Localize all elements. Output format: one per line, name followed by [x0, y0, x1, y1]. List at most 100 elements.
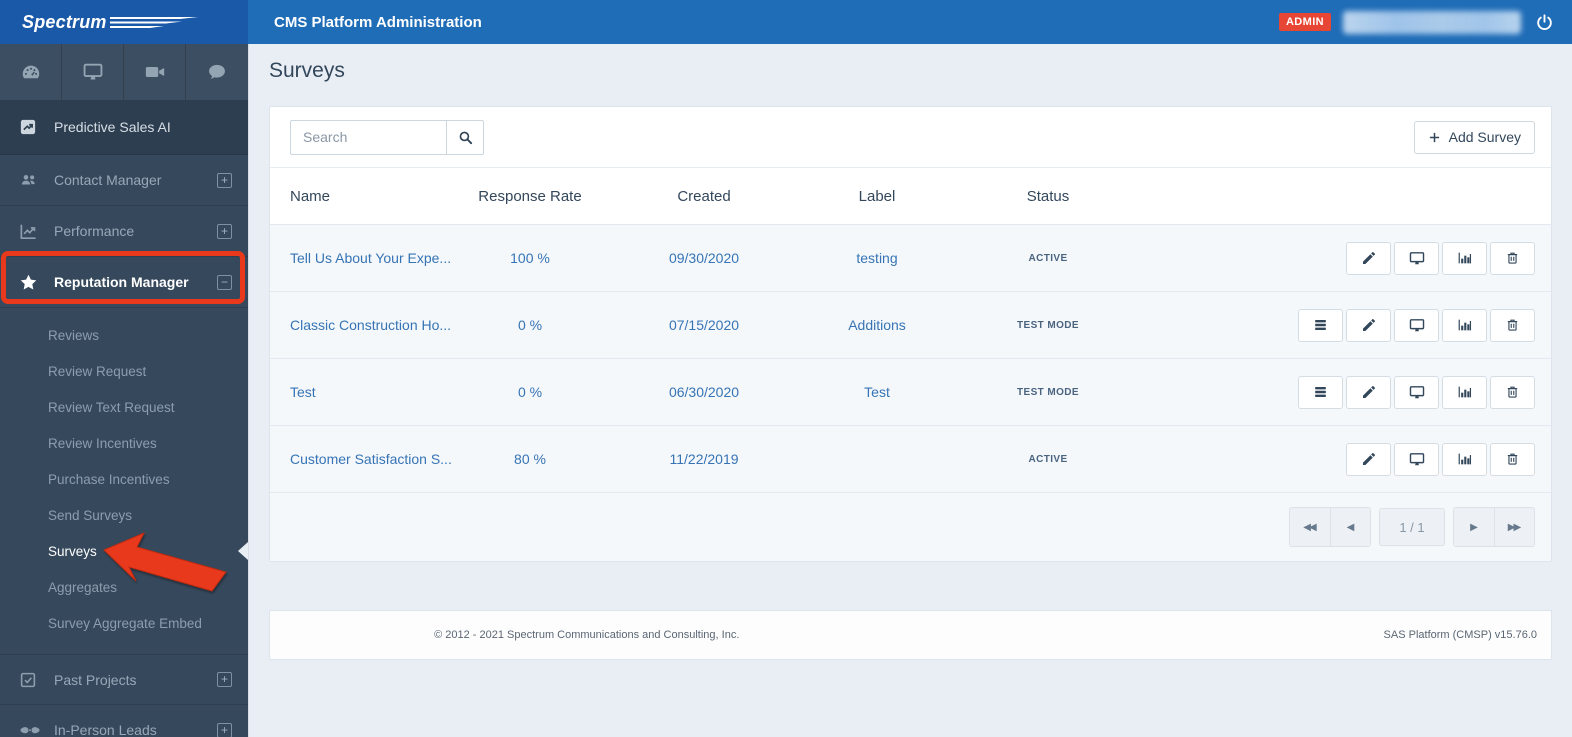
edit-icon	[1361, 317, 1377, 333]
edit-button[interactable]	[1346, 308, 1391, 342]
main-content: Surveys Add Survey	[248, 44, 1572, 737]
list-button[interactable]	[1298, 375, 1343, 409]
sidebar-item-label: Reputation Manager	[54, 274, 189, 290]
admin-role-badge: ADMIN	[1278, 13, 1331, 31]
brand-logo[interactable]: Spectrum	[0, 0, 248, 44]
delete-button[interactable]	[1490, 308, 1535, 342]
pagination-prev-button[interactable]: ◀	[1330, 508, 1370, 546]
page-title: Surveys	[269, 59, 345, 82]
expand-plus-icon[interactable]: +	[217, 223, 232, 239]
preview-icon	[1408, 384, 1426, 401]
results-button[interactable]	[1442, 442, 1487, 476]
submenu-item-purchase-incentives[interactable]: Purchase Incentives	[0, 461, 248, 497]
search-button[interactable]	[446, 119, 484, 155]
pagination-last-button[interactable]: ▶▶	[1494, 508, 1534, 546]
survey-name-link[interactable]: Customer Satisfaction S...	[270, 451, 460, 467]
preview-icon	[1408, 250, 1426, 267]
app-title: CMS Platform Administration	[274, 13, 482, 31]
handshake-icon	[19, 722, 41, 737]
edit-button[interactable]	[1346, 442, 1391, 476]
page-indicator: 1 / 1	[1379, 508, 1445, 546]
sidebar-strip-dashboard-button[interactable]	[0, 44, 62, 100]
sidebar-nav-bottom: Past Projects + In-Person Leads +	[0, 654, 248, 737]
list-button[interactable]	[1298, 308, 1343, 342]
sidebar-strip-video-camera-button[interactable]	[124, 44, 186, 100]
sidebar-item-in-person-leads[interactable]: In-Person Leads +	[0, 705, 248, 737]
row-actions	[1150, 241, 1551, 275]
column-header-response-rate: Response Rate	[478, 187, 582, 205]
header-right: ADMIN	[1278, 10, 1572, 34]
status-badge: TEST MODE	[1017, 386, 1079, 398]
fast-backward-icon: ◀◀	[1303, 521, 1316, 533]
table-toolbar: Add Survey	[270, 107, 1551, 167]
survey-name-link[interactable]: Test	[270, 384, 460, 400]
created-date-value: 09/30/2020	[668, 250, 740, 266]
fast-forward-icon: ▶▶	[1507, 521, 1521, 533]
column-header-status: Status	[1026, 187, 1070, 205]
submenu-item-send-surveys[interactable]: Send Surveys	[0, 497, 248, 533]
results-button[interactable]	[1442, 241, 1487, 275]
sidebar: Predictive Sales AI Contact Manager + Perfo…	[0, 44, 248, 737]
sidebar-item-reputation-manager[interactable]: Reputation Manager −	[0, 257, 248, 308]
preview-button[interactable]	[1394, 375, 1439, 409]
edit-button[interactable]	[1346, 241, 1391, 275]
preview-button[interactable]	[1394, 308, 1439, 342]
plus-icon	[1429, 132, 1439, 142]
preview-button[interactable]	[1394, 442, 1439, 476]
submenu-item-reviews[interactable]: Reviews	[0, 317, 248, 353]
sidebar-item-contact-manager[interactable]: Contact Manager +	[0, 155, 248, 206]
sidebar-strip-chat-button[interactable]	[186, 44, 248, 100]
sidebar-item-predictive-sales-ai[interactable]: Predictive Sales AI	[0, 100, 248, 155]
add-survey-button[interactable]: Add Survey	[1413, 120, 1535, 154]
pagination-next-button[interactable]: ▶	[1454, 508, 1494, 546]
column-header-created: Created	[677, 187, 731, 205]
brand-text: Spectrum	[22, 11, 107, 32]
search-input[interactable]	[290, 119, 446, 155]
expand-plus-icon[interactable]: +	[217, 672, 232, 687]
submenu-item-surveys[interactable]: Surveys	[0, 533, 248, 569]
submenu-item-review-incentives[interactable]: Review Incentives	[0, 425, 248, 461]
pagination-first-button[interactable]: ◀◀	[1290, 508, 1330, 546]
logout-power-button[interactable]	[1533, 11, 1556, 34]
predictive-sales-icon	[19, 118, 37, 136]
sidebar-item-label: Predictive Sales AI	[54, 119, 171, 135]
results-icon	[1456, 384, 1473, 400]
edit-button[interactable]	[1346, 375, 1391, 409]
video-camera-icon	[144, 61, 166, 83]
forward-icon: ▶	[1470, 521, 1478, 533]
collapse-minus-icon[interactable]: −	[217, 274, 232, 290]
sidebar-item-performance[interactable]: Performance +	[0, 206, 248, 257]
expand-plus-icon[interactable]: +	[217, 722, 232, 737]
sidebar-item-label: Past Projects	[54, 671, 137, 688]
backward-icon: ◀	[1346, 521, 1355, 533]
sidebar-icon-strip	[0, 44, 248, 100]
preview-button[interactable]	[1394, 241, 1439, 275]
sidebar-strip-desktop-button[interactable]	[62, 44, 124, 100]
expand-plus-icon[interactable]: +	[217, 172, 232, 188]
sidebar-item-past-projects[interactable]: Past Projects +	[0, 654, 248, 705]
delete-button[interactable]	[1490, 442, 1535, 476]
search-group	[290, 119, 484, 155]
survey-name-link[interactable]: Classic Construction Ho...	[270, 317, 460, 333]
results-button[interactable]	[1442, 308, 1487, 342]
reputation-manager-submenu: Reviews Review Request Review Text Request…	[0, 308, 248, 654]
results-icon	[1456, 317, 1473, 333]
delete-button[interactable]	[1490, 241, 1535, 275]
column-header-label: Label	[858, 187, 896, 205]
chart-line-icon	[19, 222, 38, 241]
brand-swoosh-icon	[109, 17, 198, 28]
results-button[interactable]	[1442, 375, 1487, 409]
submenu-item-aggregates[interactable]: Aggregates	[0, 569, 248, 605]
edit-icon	[1361, 384, 1377, 400]
submenu-item-review-request[interactable]: Review Request	[0, 353, 248, 389]
label-value: Additions	[848, 317, 906, 333]
survey-name-link[interactable]: Tell Us About Your Expe...	[270, 250, 460, 266]
created-date-value: 11/22/2019	[669, 451, 739, 467]
submenu-item-review-text-request[interactable]: Review Text Request	[0, 389, 248, 425]
delete-button[interactable]	[1490, 375, 1535, 409]
version-text: SAS Platform (CMSP) v15.76.0	[1383, 629, 1537, 641]
label-value: testing	[856, 250, 898, 266]
sidebar-item-label: Performance	[54, 223, 135, 239]
submenu-item-survey-aggregate-embed[interactable]: Survey Aggregate Embed	[0, 605, 248, 641]
response-rate-value: 0 %	[517, 384, 543, 400]
